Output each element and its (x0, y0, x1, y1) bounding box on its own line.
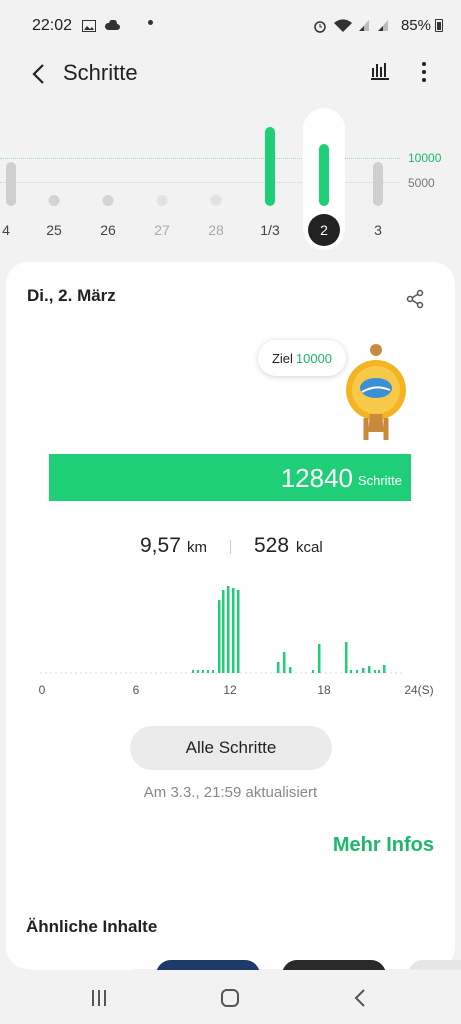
day-column[interactable]: 1/3 (248, 100, 292, 250)
day-dot (156, 195, 168, 206)
day-label: 25 (46, 222, 62, 238)
steps-value: 12840 (280, 463, 353, 493)
card-date: Di., 2. März (27, 286, 116, 305)
wifi-icon (333, 18, 352, 32)
system-navigation-bar (0, 970, 461, 1024)
axis-label: 6 (133, 683, 140, 697)
app-bar: Schritte (0, 52, 461, 96)
day-label: 1/3 (260, 222, 280, 238)
updated-text: Am 3.3., 21:59 aktualisiert (143, 784, 318, 801)
energy-unit: kcal (296, 539, 323, 556)
related-thumbnail[interactable] (30, 960, 134, 970)
day-column[interactable]: 4 (0, 100, 22, 250)
battery-icon (435, 19, 443, 32)
stats-divider (230, 540, 231, 554)
bar-chart-icon (371, 63, 389, 80)
related-thumbnail[interactable] (156, 960, 260, 970)
steps-unit: Schritte (357, 473, 402, 488)
day-detail-card: Di., 2. März Ziel 10000 12840 Schritte 9… (6, 262, 455, 969)
more-notifications-dot (148, 20, 153, 25)
day-dot (210, 195, 222, 206)
day-column[interactable]: 25 (32, 100, 76, 250)
day-column[interactable]: 26 (86, 100, 130, 250)
nav-back-button[interactable] (352, 988, 368, 1008)
axis-label: 0 (39, 683, 46, 697)
goal-bubble: Ziel 10000 (258, 340, 346, 376)
day-column[interactable]: 28 (194, 100, 238, 250)
day-bar (373, 162, 383, 206)
page-title: Schritte (63, 60, 138, 85)
half-goal-line-label: 5000 (408, 176, 435, 190)
hourly-axis: 0 6 12 18 24(S) (39, 683, 434, 697)
day-bar (6, 162, 16, 206)
day-column[interactable]: 27 (140, 100, 184, 250)
axis-label: 24(S) (404, 683, 433, 697)
back-button[interactable] (22, 58, 54, 90)
energy-value: 528 (254, 534, 290, 557)
related-thumbnail[interactable] (282, 960, 386, 970)
hourly-steps-chart: 0 6 12 18 24(S) (39, 586, 434, 697)
cloud-icon (104, 19, 120, 31)
week-strip: 10000 5000 4 25 26 27 28 1/3 2 3 (0, 100, 461, 255)
goal-prefix: Ziel (271, 350, 293, 366)
day-dot (48, 195, 60, 206)
day-label: 4 (2, 222, 10, 238)
day-dot (102, 195, 114, 206)
share-button[interactable] (404, 288, 428, 312)
share-icon (406, 289, 424, 309)
chevron-left-icon (32, 64, 44, 84)
status-bar: 22:02 85% (0, 0, 461, 52)
status-time: 22:02 (32, 17, 73, 34)
system-icons (313, 17, 389, 33)
recents-button[interactable] (92, 990, 112, 1006)
steps-progress-bar: 12840 Schritte (49, 454, 411, 501)
day-label: 26 (100, 222, 116, 238)
goal-value: 10000 (295, 350, 333, 366)
stats-row: 9,57 km 528 kcal (6, 534, 455, 562)
related-thumbnail[interactable] (408, 960, 461, 970)
notification-icons (82, 17, 120, 32)
more-options-button[interactable] (412, 58, 436, 86)
mascot-illustration (346, 344, 406, 440)
hourly-bars (192, 586, 386, 673)
selected-day-label: 2 (308, 214, 340, 246)
axis-label: 18 (317, 683, 331, 697)
battery-level: 85% (400, 17, 431, 34)
related-content-carousel[interactable] (0, 960, 461, 970)
more-info-link[interactable]: Mehr Infos (333, 834, 434, 857)
goal-line-label: 10000 (408, 151, 442, 165)
all-steps-button[interactable]: Alle Schritte (130, 726, 332, 770)
distance-unit: km (187, 539, 207, 556)
trends-button[interactable] (368, 58, 396, 86)
day-column[interactable]: 3 (356, 100, 400, 250)
day-label: 3 (374, 222, 382, 238)
day-column-selected[interactable]: 2 (303, 108, 345, 250)
related-content-title: Ähnliche Inhalte (26, 917, 158, 936)
day-bar (319, 144, 329, 206)
distance-value: 9,57 (140, 534, 181, 557)
home-button[interactable] (221, 989, 239, 1007)
axis-label: 12 (223, 683, 237, 697)
alarm-icon (314, 20, 326, 33)
day-label: 28 (208, 222, 224, 238)
image-icon (82, 19, 96, 32)
day-bar (265, 127, 275, 206)
signal-icon (359, 20, 370, 32)
signal-icon-2 (378, 20, 388, 32)
day-label: 27 (154, 222, 170, 238)
